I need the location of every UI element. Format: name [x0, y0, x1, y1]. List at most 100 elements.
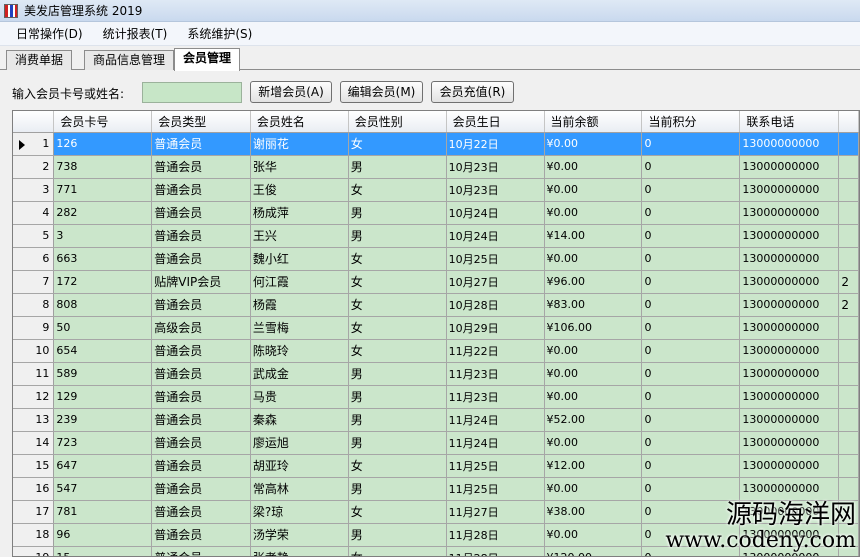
table-row[interactable]: 6 663 普通会员 魏小红女 10月25日 ¥0.00 0 13000000000: [13, 247, 859, 271]
row-number[interactable]: 16: [13, 477, 55, 501]
phone-cell[interactable]: 13000000000: [739, 270, 840, 294]
table-row[interactable]: 13 239 普通会员 秦森男 11月24日 ¥52.00 0 13000000000: [13, 408, 859, 432]
extra-cell[interactable]: [838, 132, 859, 156]
birthday-cell[interactable]: 10月23日: [446, 178, 545, 202]
member-name-cell[interactable]: 魏小红: [250, 247, 349, 271]
birthday-cell[interactable]: 10月28日: [446, 293, 545, 317]
birthday-cell[interactable]: 11月24日: [446, 408, 545, 432]
extra-cell[interactable]: [838, 454, 859, 478]
extra-cell[interactable]: [838, 385, 859, 409]
card-no-cell[interactable]: 647: [53, 454, 153, 478]
extra-cell[interactable]: [838, 431, 859, 455]
gender-cell[interactable]: 女: [348, 132, 447, 156]
row-number[interactable]: 6: [13, 247, 55, 271]
card-no-cell[interactable]: 172: [53, 270, 153, 294]
gender-cell[interactable]: 男: [348, 201, 447, 225]
card-no-cell[interactable]: 126: [53, 132, 153, 156]
phone-cell[interactable]: 13000000000: [739, 316, 840, 340]
birthday-cell[interactable]: 10月27日: [446, 270, 545, 294]
member-name-cell[interactable]: 汤学荣: [250, 523, 349, 547]
balance-cell[interactable]: ¥14.00: [544, 224, 643, 248]
phone-cell[interactable]: 13000000000: [739, 339, 840, 363]
edit-member-button[interactable]: 编辑会员(M): [340, 81, 423, 103]
points-cell[interactable]: 0: [641, 247, 741, 271]
table-row[interactable]: 16 547 普通会员 常高林男 11月25日 ¥0.00 0 13000000000: [13, 477, 859, 501]
row-number[interactable]: 4: [13, 201, 55, 225]
balance-cell[interactable]: ¥0.00: [544, 362, 643, 386]
member-name-cell[interactable]: 武成金: [250, 362, 349, 386]
extra-cell[interactable]: 2: [838, 293, 859, 317]
gender-cell[interactable]: 女: [348, 339, 447, 363]
table-row[interactable]: 15 647 普通会员 胡亚玲女 11月25日 ¥12.00 0 13000000000: [13, 454, 859, 478]
row-number[interactable]: 19: [13, 546, 55, 556]
row-number[interactable]: 14: [13, 431, 55, 455]
gender-cell[interactable]: 女: [348, 316, 447, 340]
row-number[interactable]: 3: [13, 178, 55, 202]
member-type-cell[interactable]: 普通会员: [151, 385, 251, 409]
column-header-balance[interactable]: 当前余额: [544, 111, 643, 133]
card-no-cell[interactable]: 547: [53, 477, 153, 501]
member-type-cell[interactable]: 普通会员: [151, 247, 251, 271]
gender-cell[interactable]: 男: [348, 362, 447, 386]
balance-cell[interactable]: ¥96.00: [544, 270, 643, 294]
tab-member-management[interactable]: 会员管理: [174, 48, 241, 71]
column-header-points[interactable]: 当前积分: [641, 111, 741, 133]
member-type-cell[interactable]: 普通会员: [151, 224, 251, 248]
member-type-cell[interactable]: 普通会员: [151, 201, 251, 225]
member-name-cell[interactable]: 梁?琼: [250, 500, 349, 524]
member-name-cell[interactable]: 常高林: [250, 477, 349, 501]
points-cell[interactable]: 0: [641, 477, 741, 501]
member-type-cell[interactable]: 普通会员: [151, 546, 251, 556]
extra-cell[interactable]: [838, 477, 859, 501]
points-cell[interactable]: 0: [641, 431, 741, 455]
gender-cell[interactable]: 女: [348, 247, 447, 271]
gender-cell[interactable]: 女: [348, 270, 447, 294]
add-member-button[interactable]: 新增会员(A): [250, 81, 332, 103]
gender-cell[interactable]: 男: [348, 477, 447, 501]
member-name-cell[interactable]: 谢丽花: [250, 132, 349, 156]
phone-cell[interactable]: 13000000000: [739, 293, 840, 317]
member-name-cell[interactable]: 何江霞: [250, 270, 349, 294]
points-cell[interactable]: 0: [641, 201, 741, 225]
column-header-member-type[interactable]: 会员类型: [151, 111, 251, 133]
points-cell[interactable]: 0: [641, 178, 741, 202]
table-row[interactable]: 9 50 高级会员 兰雪梅女 10月29日 ¥106.00 0 13000000000: [13, 316, 859, 340]
points-cell[interactable]: 0: [641, 293, 741, 317]
balance-cell[interactable]: ¥120.00: [544, 546, 643, 556]
row-number[interactable]: 9: [13, 316, 55, 340]
row-number[interactable]: 18: [13, 523, 55, 547]
member-name-cell[interactable]: 秦森: [250, 408, 349, 432]
gender-cell[interactable]: 男: [348, 523, 447, 547]
balance-cell[interactable]: ¥0.00: [544, 178, 643, 202]
birthday-cell[interactable]: 11月24日: [446, 431, 545, 455]
card-no-cell[interactable]: 808: [53, 293, 153, 317]
extra-cell[interactable]: [838, 155, 859, 179]
member-name-cell[interactable]: 王兴: [250, 224, 349, 248]
balance-cell[interactable]: ¥0.00: [544, 523, 643, 547]
table-row[interactable]: 8 808 普通会员 杨霞女 10月28日 ¥83.00 0 13000000000 2: [13, 293, 859, 317]
card-no-cell[interactable]: 50: [53, 316, 153, 340]
row-number[interactable]: 11: [13, 362, 55, 386]
points-cell[interactable]: 0: [641, 270, 741, 294]
member-type-cell[interactable]: 普通会员: [151, 178, 251, 202]
phone-cell[interactable]: 13000000000: [739, 155, 840, 179]
phone-cell[interactable]: 13000000000: [739, 178, 840, 202]
member-type-cell[interactable]: 普通会员: [151, 431, 251, 455]
phone-cell[interactable]: 13000000000: [739, 247, 840, 271]
gender-cell[interactable]: 女: [348, 178, 447, 202]
points-cell[interactable]: 0: [641, 339, 741, 363]
phone-cell[interactable]: 13000000000: [739, 477, 840, 501]
member-name-cell[interactable]: 胡亚玲: [250, 454, 349, 478]
birthday-cell[interactable]: 11月27日: [446, 500, 545, 524]
table-row[interactable]: 5 3 普通会员 王兴男 10月24日 ¥14.00 0 13000000000: [13, 224, 859, 248]
balance-cell[interactable]: ¥12.00: [544, 454, 643, 478]
points-cell[interactable]: 0: [641, 362, 741, 386]
birthday-cell[interactable]: 10月29日: [446, 316, 545, 340]
member-name-cell[interactable]: 杨成萍: [250, 201, 349, 225]
phone-cell[interactable]: 13000000000: [739, 224, 840, 248]
column-header-gender[interactable]: 会员性别: [348, 111, 447, 133]
row-number[interactable]: 12: [13, 385, 55, 409]
row-number[interactable]: 7: [13, 270, 55, 294]
menu-system-maintenance[interactable]: 系统维护(S): [177, 23, 262, 45]
points-cell[interactable]: 0: [641, 132, 741, 156]
